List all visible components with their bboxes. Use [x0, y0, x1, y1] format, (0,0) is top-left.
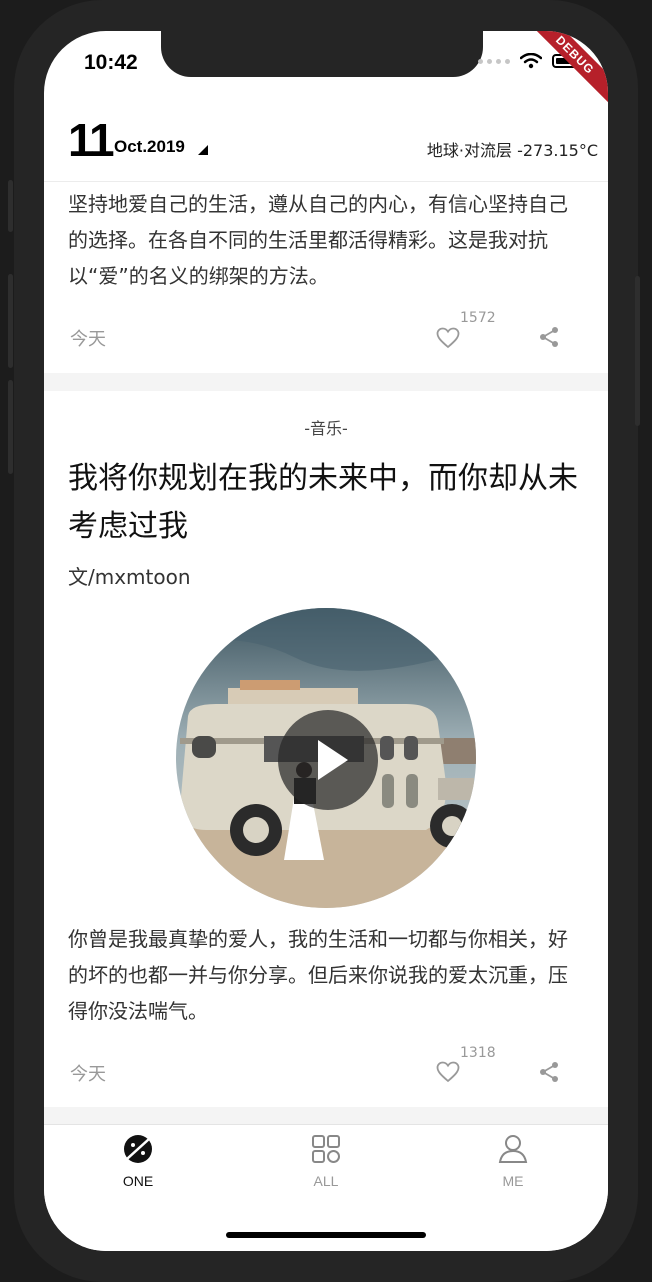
- grid-icon: [312, 1135, 340, 1163]
- signal-icon: [478, 58, 510, 64]
- volume-up-button: [8, 274, 13, 368]
- card2-share-icon[interactable]: [537, 1060, 561, 1084]
- card2-body[interactable]: 你曾是我最真挚的爱人，我的生活和一切都与你相关，好的坏的也都一并与你分享。但后来…: [68, 921, 568, 1029]
- wifi-icon: [520, 53, 542, 69]
- tab-me[interactable]: ME: [453, 1133, 573, 1189]
- card1-date: 今天: [70, 329, 106, 350]
- tab-all[interactable]: ALL: [266, 1133, 386, 1189]
- status-time: 10:42: [84, 51, 138, 74]
- card-divider-2: [44, 1107, 608, 1125]
- header-weather: 地球·对流层 -273.15°C: [426, 141, 598, 160]
- card1-like-count: 1572: [460, 310, 496, 326]
- volume-down-button: [8, 380, 13, 474]
- card2-date: 今天: [70, 1064, 106, 1085]
- one-icon: [124, 1135, 152, 1163]
- card2-like-icon[interactable]: [436, 1061, 460, 1083]
- power-button: [635, 276, 640, 426]
- mute-switch: [8, 180, 13, 232]
- card2-category: -音乐-: [304, 419, 348, 438]
- card1-body[interactable]: 坚持地爱自己的生活，遵从自己的内心，有信心坚持自己的选择。在各自不同的生活里都活…: [68, 186, 568, 294]
- card1-like-icon[interactable]: [436, 327, 460, 349]
- tab-one[interactable]: ONE: [78, 1133, 198, 1189]
- tab-me-label: ME: [502, 1173, 524, 1189]
- header-day: 11: [68, 114, 115, 166]
- card-divider: [44, 373, 608, 391]
- card2-title[interactable]: 我将你规划在我的未来中，而你却从未考虑过我: [68, 455, 578, 551]
- card2-author: 文/mxmtoon: [68, 565, 191, 589]
- app-screen: 10:42 DEBUG 11 Oct.2019 地球·对流层 -273.15°C…: [44, 31, 608, 1251]
- tab-one-label: ONE: [122, 1173, 154, 1189]
- header-month-year[interactable]: Oct.2019: [114, 137, 185, 157]
- tab-all-label: ALL: [313, 1173, 339, 1189]
- date-dropdown-icon[interactable]: [198, 145, 208, 155]
- date-header: 11 Oct.2019 地球·对流层 -273.15°C: [44, 113, 608, 182]
- play-button[interactable]: [278, 710, 378, 810]
- home-indicator[interactable]: [226, 1232, 426, 1238]
- card1-share-icon[interactable]: [537, 325, 561, 349]
- notch: [161, 31, 483, 77]
- card2-like-count: 1318: [460, 1045, 496, 1061]
- person-icon: [498, 1135, 528, 1163]
